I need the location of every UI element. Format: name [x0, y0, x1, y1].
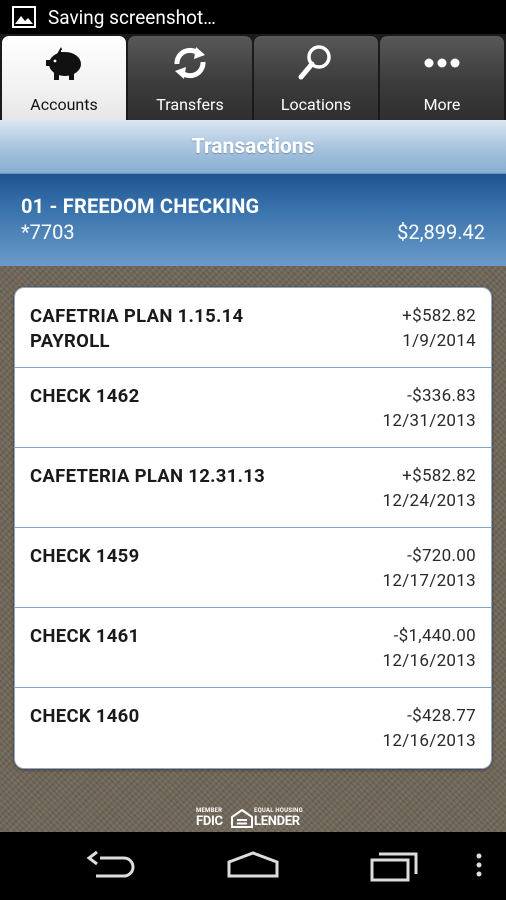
transaction-list: CAFETRIA PLAN 1.15.14 PAYROLL +$582.82 1… [14, 287, 492, 769]
tab-more[interactable]: More [380, 36, 504, 120]
transaction-date: 12/24/2013 [382, 491, 476, 511]
transaction-amount: +$582.82 [402, 306, 476, 326]
transaction-date: 1/9/2014 [402, 331, 476, 351]
tab-bar: Accounts Transfers Locations More [0, 34, 506, 122]
transaction-amount: -$720.00 [407, 546, 476, 566]
tab-locations[interactable]: Locations [254, 36, 378, 120]
recent-apps-icon[interactable] [370, 850, 420, 882]
account-name: 01 - FREEDOM CHECKING [21, 194, 260, 218]
tab-accounts[interactable]: Accounts [2, 36, 126, 122]
tab-label: Accounts [30, 95, 98, 114]
transaction-description: CHECK 1462 [30, 385, 140, 407]
transaction-date: 12/16/2013 [382, 731, 476, 751]
more-dots-icon [424, 58, 460, 68]
navigation-bar [0, 832, 506, 900]
transaction-description: CHECK 1460 [30, 705, 140, 727]
transaction-date: 12/17/2013 [382, 571, 476, 591]
transaction-date: 12/16/2013 [382, 651, 476, 671]
equal-housing-label: EQUAL HOUSING [254, 807, 303, 814]
fdic-equal-housing-logo: MEMBER FDIC EQUAL HOUSING LENDER [196, 807, 308, 829]
transaction-row[interactable]: CHECK 1462 -$336.83 12/31/2013 [15, 368, 491, 448]
status-text: Saving screenshot… [48, 5, 216, 29]
equal-housing-icon [231, 809, 253, 828]
home-icon[interactable] [226, 850, 280, 882]
tab-label: Locations [280, 95, 352, 114]
transaction-description: CAFETERIA PLAN 12.31.13 [30, 465, 266, 487]
back-icon[interactable] [86, 850, 138, 882]
transaction-row[interactable]: CAFETRIA PLAN 1.15.14 PAYROLL +$582.82 1… [15, 288, 491, 368]
title-bar: Transactions [0, 120, 506, 174]
piggy-bank-icon [46, 47, 81, 80]
transaction-amount: -$1,440.00 [393, 626, 476, 646]
account-header[interactable]: 01 - FREEDOM CHECKING *7703 $2,899.42 [0, 174, 506, 266]
transfer-arrows-icon [174, 47, 206, 79]
transaction-row[interactable]: CHECK 1461 -$1,440.00 12/16/2013 [15, 608, 491, 688]
transaction-amount: +$582.82 [402, 466, 476, 486]
account-balance: $2,899.42 [397, 220, 485, 244]
member-label: MEMBER [196, 807, 223, 814]
transaction-amount: -$336.83 [407, 386, 476, 406]
transaction-description: CAFETRIA PLAN 1.15.14 PAYROLL [30, 305, 244, 352]
transaction-row[interactable]: CAFETERIA PLAN 12.31.13 +$582.82 12/24/2… [15, 448, 491, 528]
image-icon [12, 6, 36, 28]
transaction-description: CHECK 1459 [30, 545, 140, 567]
transaction-description: CHECK 1461 [30, 625, 140, 647]
tab-label: Transfers [156, 95, 224, 114]
tab-label: More [423, 95, 461, 114]
lender-label: LENDER [254, 814, 300, 829]
magnifier-icon [298, 45, 331, 80]
tab-transfers[interactable]: Transfers [128, 36, 252, 120]
transaction-row[interactable]: CHECK 1460 -$428.77 12/16/2013 [15, 688, 491, 768]
fdic-label: FDIC [196, 814, 223, 829]
status-bar: Saving screenshot… [0, 0, 506, 34]
account-number: *7703 [21, 220, 75, 244]
menu-icon[interactable] [474, 850, 484, 882]
page-title: Transactions [191, 134, 315, 159]
transaction-row[interactable]: CHECK 1459 -$720.00 12/17/2013 [15, 528, 491, 608]
transaction-date: 12/31/2013 [382, 411, 476, 431]
transaction-amount: -$428.77 [407, 706, 476, 726]
